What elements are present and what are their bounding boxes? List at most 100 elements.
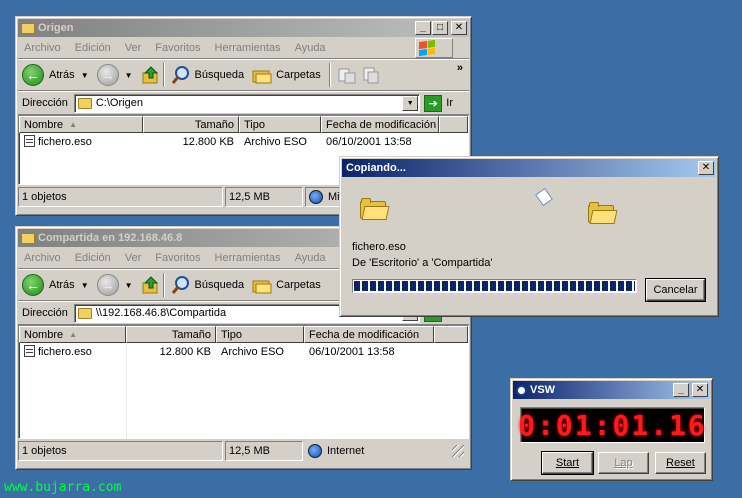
column-header-size[interactable]: Tamaño [126,326,216,343]
close-button[interactable]: ✕ [451,21,467,35]
back-arrow-icon: ← [22,64,44,86]
column-header-date[interactable]: Fecha de modificación [321,116,439,133]
menu-archivo[interactable]: Archivo [24,42,61,54]
folder-icon [21,22,35,34]
file-list[interactable]: Nombre ▲ Tamaño Tipo Fecha de modificació… [18,325,469,439]
sort-arrow-icon: ▲ [69,120,78,129]
search-button[interactable]: Búsqueda [171,275,245,295]
back-arrow-icon: ← [22,274,44,296]
minimize-button[interactable]: _ [673,383,689,397]
folders-icon [252,65,272,85]
toolbar-separator [328,63,331,87]
list-item[interactable]: fichero.eso 12.800 KB Archivo ESO 06/10/… [19,343,468,360]
globe-icon [308,444,322,458]
copy-dialog-titlebar[interactable]: Copiando... ✕ [342,159,716,177]
copy-filename: fichero.eso [352,241,406,253]
sort-arrow-icon: ▲ [69,330,78,339]
close-button[interactable]: ✕ [698,161,714,175]
list-header: Nombre ▲ Tamaño Tipo Fecha de modificació… [19,116,468,133]
maximize-button[interactable]: □ [432,21,448,35]
file-date: 06/10/2001 13:58 [326,135,412,148]
search-icon [171,65,191,85]
window-title: Origen [38,22,74,34]
file-size: 12.800 KB [159,345,211,358]
menu-herramientas[interactable]: Herramientas [215,252,281,264]
status-count: 1 objetos [18,187,223,207]
forward-button[interactable]: → ▼ [96,64,133,86]
column-header-type[interactable]: Tipo [239,116,321,133]
forward-arrow-icon: → [96,64,119,86]
lap-label: Lap [614,457,633,469]
chevron-down-icon[interactable]: ▼ [402,95,419,111]
folders-button[interactable]: Carpetas [252,65,321,85]
file-type: Archivo ESO [221,345,284,358]
go-arrow-icon[interactable]: ➔ [424,94,443,112]
file-name: fichero.eso [38,136,92,148]
up-folder-icon[interactable] [141,65,161,85]
chevron-down-icon[interactable]: ▼ [81,281,89,290]
menu-archivo[interactable]: Archivo [24,252,61,264]
back-label: Atrás [49,279,75,291]
menu-ayuda[interactable]: Ayuda [295,252,326,264]
up-folder-icon[interactable] [141,275,161,295]
folder-icon [77,97,92,109]
menu-ayuda[interactable]: Ayuda [295,42,326,54]
address-input[interactable]: C:\Origen ▼ [73,93,421,113]
menu-bar: Archivo Edición Ver Favoritos Herramient… [18,37,469,59]
back-button[interactable]: ← Atrás ▼ [22,64,89,86]
copy-to-icon[interactable] [361,65,381,85]
menu-edicion[interactable]: Edición [75,42,111,54]
address-label: Dirección [22,97,68,109]
column-header-date[interactable]: Fecha de modificación [304,326,434,343]
list-item[interactable]: fichero.eso 12.800 KB Archivo ESO 06/10/… [19,133,468,150]
reset-button[interactable]: Reset [655,452,706,474]
menu-ver[interactable]: Ver [125,42,142,54]
forward-arrow-icon: → [96,274,119,296]
toolbar-overflow[interactable]: » [457,62,463,74]
column-header-size[interactable]: Tamaño [143,116,239,133]
start-button[interactable]: Start [541,451,594,475]
status-zone: Mi [328,191,340,203]
status-zone: Internet [327,445,365,457]
network-folder-icon [77,307,92,319]
file-icon [24,135,35,147]
search-label: Búsqueda [194,69,245,81]
chevron-down-icon[interactable]: ▼ [125,71,133,80]
chevron-down-icon[interactable]: ▼ [125,281,133,290]
forward-button[interactable]: → ▼ [96,274,133,296]
progress-fill [354,281,635,291]
lap-button[interactable]: Lap [598,452,649,474]
cancel-button[interactable]: Cancelar [645,278,706,302]
search-button[interactable]: Búsqueda [171,65,245,85]
menu-ver[interactable]: Ver [125,252,142,264]
file-type: Archivo ESO [244,135,307,148]
back-button[interactable]: ← Atrás ▼ [22,274,89,296]
stopwatch-title: VSW [530,384,556,396]
menu-favoritos[interactable]: Favoritos [155,252,200,264]
close-button[interactable]: ✕ [692,383,708,397]
search-label: Búsqueda [194,279,245,291]
go-button[interactable]: Ir [446,97,453,109]
column-header-name[interactable]: Nombre ▲ [19,326,126,343]
column-header-name[interactable]: Nombre ▲ [19,116,143,133]
column-header-type[interactable]: Tipo [216,326,304,343]
stopwatch-window: VSW _ ✕ 0:01:01.16 Start Lap Reset [510,378,713,481]
move-to-icon[interactable] [337,65,357,85]
list-header: Nombre ▲ Tamaño Tipo Fecha de modificació… [19,326,468,343]
stopwatch-titlebar[interactable]: VSW _ ✕ [513,381,710,399]
file-name: fichero.eso [38,346,92,358]
chevron-down-icon[interactable]: ▼ [81,71,89,80]
minimize-button[interactable]: _ [415,21,431,35]
folders-button[interactable]: Carpetas [252,275,321,295]
resize-grip-icon[interactable] [452,445,464,457]
menu-herramientas[interactable]: Herramientas [215,42,281,54]
folders-icon [252,275,272,295]
copy-from-to: De 'Escritorio' a 'Compartida' [352,257,493,269]
menu-edicion[interactable]: Edición [75,252,111,264]
address-bar: Dirección C:\Origen ▼ ➔ Ir [18,91,469,115]
origen-titlebar[interactable]: Origen _ □ ✕ [18,19,469,37]
menu-favoritos[interactable]: Favoritos [155,42,200,54]
address-value: C:\Origen [95,97,143,109]
folders-label: Carpetas [276,279,321,291]
back-label: Atrás [49,69,75,81]
